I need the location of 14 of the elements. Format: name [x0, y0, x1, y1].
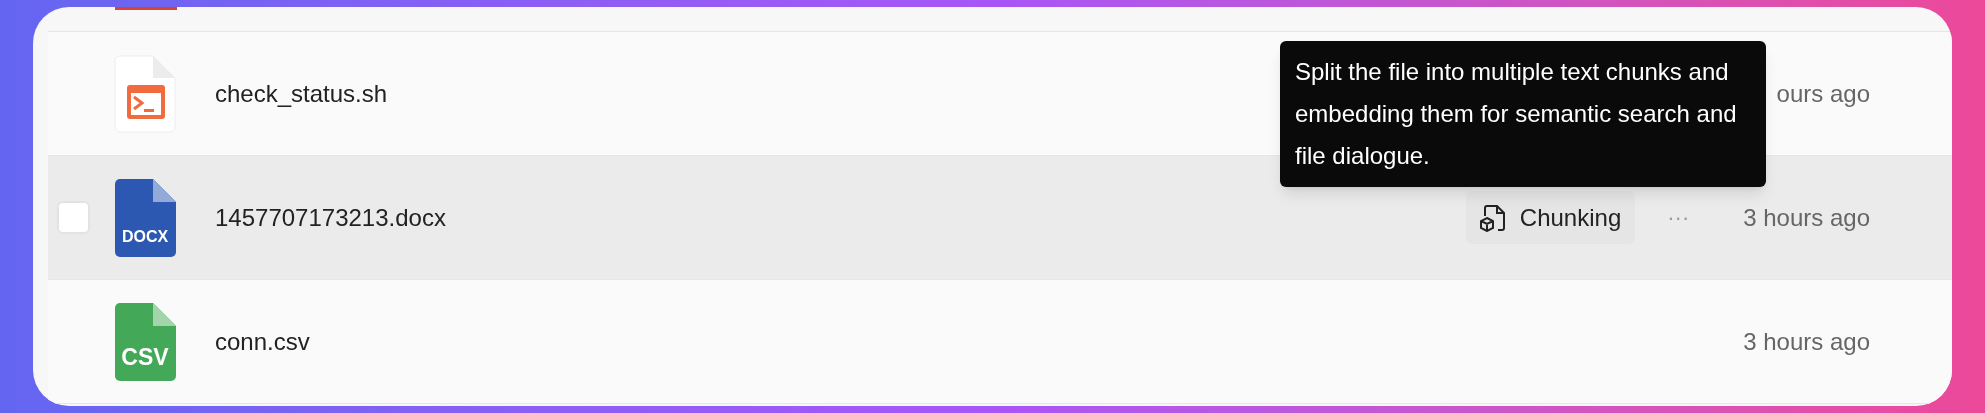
tooltip: Split the file into multiple text chunks and embedding them for semantic search and file dialogue.	[1280, 41, 1766, 187]
document-file-icon: DOCX	[114, 178, 176, 257]
file-icon	[115, 7, 177, 10]
file-name[interactable]: conn.csv	[215, 323, 310, 360]
file-name[interactable]: check_status.sh	[215, 75, 388, 112]
checkbox[interactable]	[57, 201, 90, 234]
modified-time: ours ago	[1776, 78, 1870, 109]
terminal-file-icon	[114, 54, 176, 133]
file-cube-icon	[1479, 203, 1506, 232]
file-name[interactable]: 1457707173213.docx	[215, 199, 446, 236]
modified-time: 3 hours ago	[1743, 202, 1870, 233]
document-file-icon: CSV	[114, 302, 176, 381]
modified-time: 3 hours ago	[1743, 326, 1870, 357]
chunking-status-button[interactable]: Chunking	[1465, 191, 1636, 244]
